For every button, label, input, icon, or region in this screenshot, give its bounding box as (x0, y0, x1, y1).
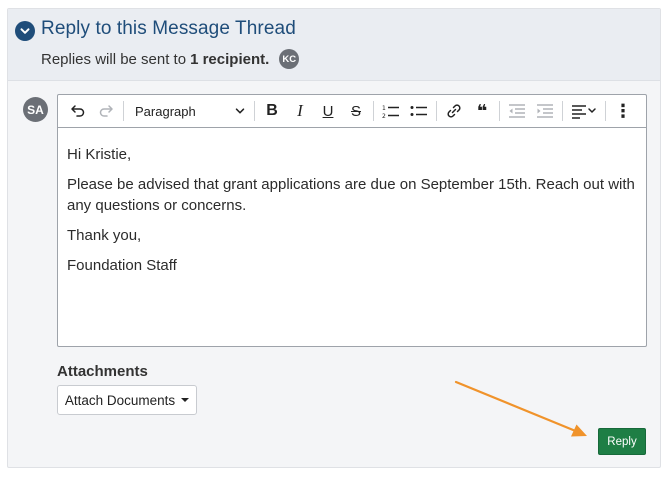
indent-button[interactable] (531, 98, 559, 124)
bulleted-list-icon (410, 106, 427, 116)
paragraph-format-select[interactable]: Paragraph (127, 98, 251, 124)
thread-header: Reply to this Message Thread Replies wil… (8, 9, 660, 81)
paragraph-format-value: Paragraph (135, 103, 196, 119)
caret-down-icon (181, 398, 190, 402)
recipients-line: Replies will be sent to 1 recipient. KC (41, 49, 300, 69)
author-avatar: SA (23, 97, 48, 122)
attach-documents-button[interactable]: Attach Documents (57, 385, 197, 415)
message-signature: Foundation Staff (67, 257, 177, 274)
underline-icon: U (322, 102, 334, 120)
strikethrough-icon: S (350, 102, 361, 120)
italic-icon: I (297, 101, 303, 120)
italic-button[interactable]: I (286, 98, 314, 124)
link-icon (447, 104, 461, 118)
chevron-down-icon (235, 108, 245, 114)
undo-button[interactable] (64, 98, 92, 124)
recipient-avatar[interactable]: KC (279, 49, 300, 69)
toolbar-divider (605, 101, 606, 121)
numbered-list-icon: 1 2 (382, 105, 399, 119)
recipients-count: 1 recipient. (190, 50, 270, 68)
toolbar-divider (373, 101, 374, 121)
toolbar-divider (254, 101, 255, 121)
svg-text:1: 1 (382, 105, 386, 112)
attachments-label: Attachments (57, 363, 148, 380)
toolbar-divider (123, 101, 124, 121)
reply-button[interactable]: Reply (598, 428, 646, 455)
bold-button[interactable]: B (258, 98, 286, 124)
toolbar-divider (499, 101, 500, 121)
editor-toolbar: Paragraph B I U S 1 2 ❝ ⋮ (58, 95, 646, 128)
outdent-button[interactable] (503, 98, 531, 124)
align-left-icon (572, 105, 596, 119)
indent-icon (537, 104, 553, 118)
redo-icon (99, 105, 113, 117)
outdent-icon (509, 104, 525, 118)
message-body-editor[interactable]: Hi Kristie, Please be advised that grant… (58, 128, 646, 276)
message-body: Please be advised that grant application… (67, 176, 635, 214)
undo-icon (71, 105, 85, 117)
rich-text-editor: Paragraph B I U S 1 2 ❝ ⋮ Hi Kristie, Pl… (57, 94, 647, 347)
strikethrough-button[interactable]: S (342, 98, 370, 124)
recipients-prefix: Replies will be sent to (41, 50, 187, 68)
toolbar-divider (562, 101, 563, 121)
page-title: Reply to this Message Thread (41, 18, 296, 39)
link-button[interactable] (440, 98, 468, 124)
chevron-down-icon (20, 28, 30, 34)
redo-button[interactable] (92, 98, 120, 124)
bold-icon: B (266, 102, 278, 119)
attach-documents-label: Attach Documents (64, 392, 176, 408)
message-greeting: Hi Kristie, (67, 146, 132, 163)
numbered-list-button[interactable]: 1 2 (377, 98, 405, 124)
quote-button[interactable]: ❝ (468, 98, 496, 124)
bulleted-list-button[interactable] (405, 98, 433, 124)
message-closing: Thank you, (67, 227, 142, 244)
toolbar-divider (436, 101, 437, 121)
more-options-button[interactable]: ⋮ (609, 98, 637, 124)
quote-icon: ❝ (476, 100, 488, 121)
align-dropdown[interactable] (566, 98, 602, 124)
collapse-toggle[interactable] (15, 21, 35, 41)
underline-button[interactable]: U (314, 98, 342, 124)
svg-text:2: 2 (382, 113, 386, 119)
more-vertical-icon: ⋮ (614, 100, 632, 121)
reply-panel: Reply to this Message Thread Replies wil… (7, 8, 661, 468)
